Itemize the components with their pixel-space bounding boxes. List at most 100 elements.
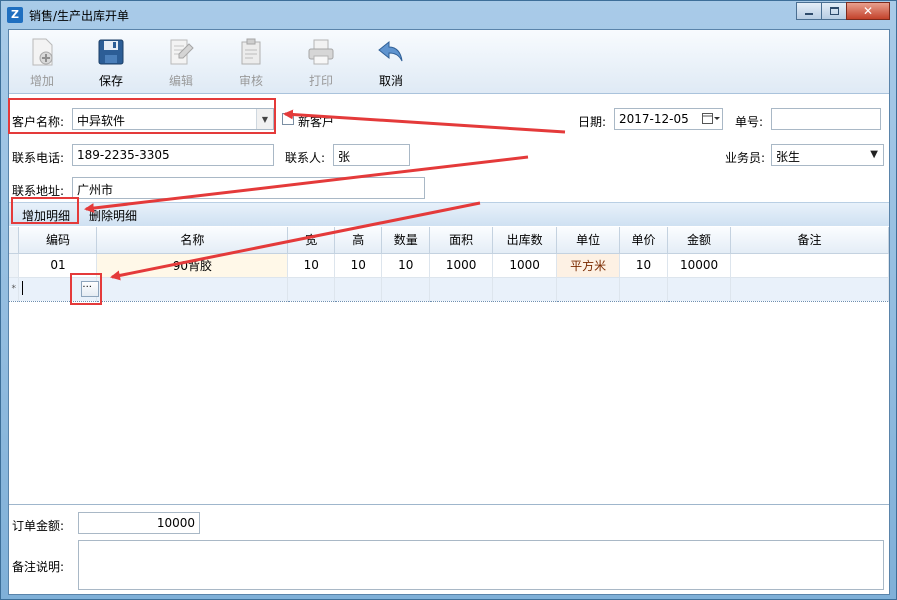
edit-button-label: 编辑 [168,74,193,88]
cell-code[interactable]: 01 [18,253,98,278]
cancel-button[interactable]: 取消 [364,36,418,89]
add-detail-button[interactable]: 增加明细 [18,206,74,225]
form-footer: 订单金额: 10000 备注说明: [9,506,889,594]
maximize-icon [829,7,839,15]
date-value: 2017-12-05 [619,112,689,126]
order-no-input[interactable] [771,108,881,130]
cell-width[interactable]: 10 [287,253,336,278]
cell-note[interactable] [730,253,889,278]
column-header-name[interactable]: 名称 [96,227,289,254]
cell-quantity[interactable]: 10 [381,253,431,278]
salesman-select[interactable]: 张生 ▼ [771,144,884,166]
new-row-cell[interactable] [619,276,669,302]
cell-amount[interactable]: 10000 [667,253,732,278]
new-row-cell[interactable] [429,276,494,302]
review-button-label: 审核 [238,74,263,88]
minimize-button[interactable] [796,2,822,20]
row-indicator-header [9,227,20,254]
main-toolbar: 增加 保存 编辑 审核 打印 取消 [9,30,889,94]
phone-value: 189-2235-3305 [77,148,170,162]
contact-label: 联系人: [285,151,326,165]
print-button[interactable]: 打印 [294,36,348,89]
lookup-ellipsis-button[interactable]: ··· [81,280,100,297]
phone-input[interactable]: 189-2235-3305 [72,144,274,166]
cell-height[interactable]: 10 [334,253,383,278]
new-row-cell[interactable] [96,276,289,302]
add-button[interactable]: 增加 [15,36,69,89]
cell-out-qty[interactable]: 1000 [492,253,558,278]
cell-unit[interactable]: 平方米 [556,253,621,278]
save-button[interactable]: 保存 [84,36,138,89]
address-label: 联系地址: [12,184,65,198]
new-row-cell[interactable] [667,276,732,302]
new-row[interactable]: * ··· [9,276,889,302]
window-title: 销售/生产出库开单 [29,9,130,23]
chevron-down-icon[interactable]: ▼ [256,109,273,129]
add-button-label: 增加 [29,74,54,88]
form-client-area: 增加 保存 编辑 审核 打印 取消 客户名称: 中异软件 ▼ 新客户 日期: 2… [8,29,890,595]
new-row-cell[interactable] [556,276,621,302]
phone-label: 联系电话: [12,151,65,165]
undo-arrow-icon [378,40,403,62]
detail-table: 编码 名称 宽 高 数量 面积 出库数 单位 单价 金额 备注 01 90背胶 … [9,227,889,302]
chevron-down-icon: ▼ [870,149,878,160]
new-row-cell[interactable] [334,276,383,302]
save-button-label: 保存 [98,74,123,88]
remark-textarea[interactable] [78,540,884,590]
clipboard-check-icon [241,38,261,65]
customer-label: 客户名称: [12,115,65,129]
salesman-value: 张生 [776,150,801,164]
order-total-value: 10000 [156,516,195,530]
edit-button[interactable]: 编辑 [154,36,208,89]
new-row-cell[interactable] [381,276,431,302]
column-header-price[interactable]: 单价 [619,227,669,254]
maximize-button[interactable] [821,2,847,20]
edit-document-icon [170,39,194,65]
column-header-quantity[interactable]: 数量 [381,227,431,254]
title-bar[interactable]: Z 销售/生产出库开单 ✕ [1,1,896,29]
date-picker[interactable]: 2017-12-05 [614,108,723,130]
remark-label: 备注说明: [12,560,65,574]
address-input[interactable]: 广州市 [72,177,425,199]
date-label: 日期: [578,115,607,129]
grid-header-row: 编码 名称 宽 高 数量 面积 出库数 单位 单价 金额 备注 [9,227,889,254]
close-icon: ✕ [862,4,874,18]
new-row-code-cell[interactable]: ··· [18,276,100,302]
column-header-code[interactable]: 编码 [18,227,98,254]
cell-name[interactable]: 90背胶 [96,253,289,278]
cancel-button-label: 取消 [378,74,403,88]
app-window: Z 销售/生产出库开单 ✕ 增加 保存 编辑 审核 打印 取消 客户名称: 中异… [0,0,897,600]
save-disk-icon [98,39,124,65]
customer-combobox[interactable]: 中异软件 ▼ [72,108,274,130]
column-header-area[interactable]: 面积 [429,227,494,254]
address-value: 广州市 [77,183,114,197]
cell-area[interactable]: 1000 [429,253,494,278]
order-total-input[interactable]: 10000 [78,512,200,534]
new-row-cell[interactable] [730,276,889,302]
new-row-cell[interactable] [287,276,336,302]
print-button-label: 打印 [308,74,333,88]
window-controls: ✕ [796,2,890,20]
new-customer-checkbox[interactable] [282,113,294,125]
printer-icon [308,39,334,65]
column-header-height[interactable]: 高 [334,227,383,254]
salesman-label: 业务员: [725,151,766,165]
order-no-label: 单号: [735,115,764,129]
review-button[interactable]: 审核 [224,36,278,89]
cell-price[interactable]: 10 [619,253,669,278]
column-header-note[interactable]: 备注 [730,227,889,254]
close-button[interactable]: ✕ [846,2,890,20]
minimize-icon [805,13,813,15]
column-header-amount[interactable]: 金额 [667,227,732,254]
column-header-unit[interactable]: 单位 [556,227,621,254]
contact-value: 张 [338,150,351,164]
contact-input[interactable]: 张 [333,144,410,166]
table-row[interactable]: 01 90背胶 10 10 10 1000 1000 平方米 10 10000 [9,253,889,278]
delete-detail-button[interactable]: 删除明细 [85,206,141,225]
new-row-cell[interactable] [492,276,558,302]
calendar-icon[interactable] [702,112,720,126]
column-header-out-qty[interactable]: 出库数 [492,227,558,254]
column-header-width[interactable]: 宽 [287,227,336,254]
order-total-label: 订单金额: [12,519,65,533]
row-indicator[interactable] [9,253,20,278]
